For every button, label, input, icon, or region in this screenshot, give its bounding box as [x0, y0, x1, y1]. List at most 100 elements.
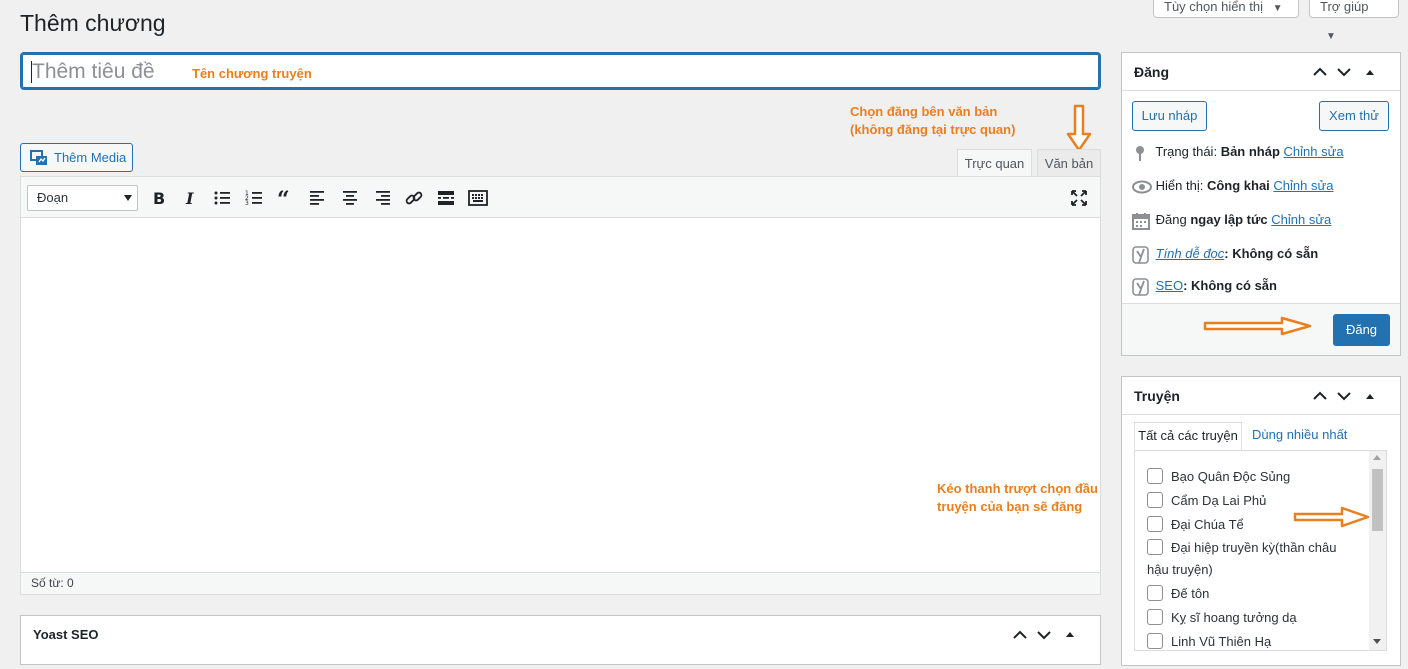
preview-button[interactable]: Xem thử — [1319, 101, 1389, 131]
editor: Đoạn B I 1 2 3 “ Số từ: 0 — [20, 176, 1101, 595]
tab-text[interactable]: Văn bản — [1037, 149, 1101, 177]
yoast-icon — [1132, 245, 1149, 264]
numbered-list-icon[interactable]: 1 2 3 — [244, 188, 264, 208]
schedule-label: Đăng — [1155, 212, 1187, 227]
svg-text:3: 3 — [245, 200, 249, 207]
move-up-icon — [1013, 630, 1027, 639]
stories-header[interactable]: Truyện — [1122, 377, 1400, 415]
svg-text:“: “ — [277, 188, 290, 208]
checkbox[interactable] — [1147, 585, 1163, 601]
word-count: Số từ: 0 — [21, 572, 1100, 594]
bullet-list-icon[interactable] — [212, 188, 232, 208]
status-label: Trạng thái: — [1155, 144, 1218, 159]
yoast-seo-header[interactable]: Yoast SEO — [21, 616, 1100, 654]
list-item[interactable]: Bạo Quân Độc Sủng — [1147, 466, 1290, 488]
publish-header[interactable]: Đăng — [1122, 53, 1400, 91]
add-media-button[interactable]: Thêm Media — [20, 143, 133, 172]
readability-link[interactable]: Tính dễ đọc — [1156, 246, 1225, 261]
edit-status-link[interactable]: Chỉnh sửa — [1284, 144, 1344, 159]
move-up-icon — [1313, 67, 1327, 76]
italic-icon[interactable]: I — [180, 188, 200, 208]
stories-title: Truyện — [1134, 388, 1180, 404]
bold-icon[interactable]: B — [148, 188, 168, 208]
status-row: Trạng thái: Bản nháp Chỉnh sửa — [1132, 142, 1344, 162]
list-item[interactable]: Linh Vũ Thiên Hạ — [1147, 631, 1272, 650]
checkbox[interactable] — [1147, 633, 1163, 649]
publish-button[interactable]: Đăng — [1333, 314, 1390, 346]
title-placeholder: Thêm tiêu đề — [32, 60, 155, 83]
tab-most-used[interactable]: Dùng nhiều nhất — [1252, 422, 1347, 450]
visibility-label: Hiển thị: — [1155, 178, 1204, 193]
checkbox[interactable] — [1147, 516, 1163, 532]
screen-options-button[interactable]: Tùy chọn hiển thị ▼ — [1153, 0, 1299, 18]
align-center-icon[interactable] — [340, 188, 360, 208]
tab-annotation-line2: (không đăng tại trực quan) — [850, 122, 1016, 137]
save-draft-button[interactable]: Lưu nháp — [1132, 101, 1207, 131]
visibility-row: Hiển thị: Công khai Chỉnh sửa — [1132, 176, 1333, 196]
panel-controls — [1010, 616, 1090, 669]
select-arrow-icon — [124, 195, 132, 201]
list-item[interactable]: Kỵ sĩ hoang tưởng dạ — [1147, 607, 1297, 629]
checkbox[interactable] — [1147, 609, 1163, 625]
panel-controls — [1310, 53, 1390, 105]
scroll-annotation-line1: Kéo thanh trượt chọn đầu — [937, 481, 1098, 496]
add-media-label: Thêm Media — [54, 150, 127, 165]
list-item[interactable]: Cẩm Dạ Lai Phủ — [1147, 490, 1266, 512]
list-item-label: Kỵ sĩ hoang tưởng dạ — [1171, 610, 1297, 625]
align-left-icon[interactable] — [308, 188, 328, 208]
read-more-icon[interactable] — [436, 188, 456, 208]
tab-visual[interactable]: Trực quan — [957, 149, 1032, 177]
format-select[interactable]: Đoạn — [27, 185, 138, 211]
tab-all-stories[interactable]: Tất cả các truyện — [1134, 422, 1242, 450]
edit-schedule-link[interactable]: Chỉnh sửa — [1271, 212, 1331, 227]
format-select-value: Đoạn — [37, 190, 69, 205]
seo-link[interactable]: SEO — [1156, 278, 1183, 293]
scroll-down-icon[interactable] — [1373, 639, 1381, 644]
list-item-label: Đế tôn — [1171, 586, 1210, 601]
panel-move-icons[interactable] — [1310, 377, 1390, 415]
toolbar-toggle-icon[interactable] — [468, 188, 488, 208]
checkbox[interactable] — [1147, 492, 1163, 508]
yoast-seo-panel: Yoast SEO — [20, 615, 1101, 665]
link-icon[interactable] — [404, 188, 424, 208]
yoast-icon — [1132, 277, 1149, 296]
title-input[interactable]: Thêm tiêu đề Tên chương truyện — [20, 52, 1101, 90]
eye-icon — [1132, 180, 1152, 194]
yoast-seo-title: Yoast SEO — [33, 627, 99, 642]
scrollbar[interactable] — [1369, 451, 1386, 650]
move-up-icon — [1313, 391, 1327, 400]
readability-row: Tính dễ đọc: Không có sẵn — [1132, 244, 1318, 264]
seo-row: SEO: Không có sẵn — [1132, 276, 1277, 296]
seo-value: : Không có sẵn — [1183, 278, 1277, 293]
schedule-row: Đăng ngay lập tức Chỉnh sửa — [1132, 210, 1331, 230]
publish-panel: Đăng Lưu nháp Xem thử Trạng thái: Bản nh… — [1121, 52, 1401, 356]
move-down-icon — [1337, 68, 1351, 77]
collapse-icon — [1066, 632, 1074, 637]
scrollbar-thumb[interactable] — [1372, 469, 1383, 531]
caret-down-icon: ▼ — [1272, 3, 1283, 14]
panel-move-icons[interactable] — [1310, 53, 1390, 91]
blockquote-icon[interactable]: “ — [276, 188, 296, 208]
list-item[interactable]: Đại Chúa Tể — [1147, 514, 1244, 536]
move-down-icon — [1337, 392, 1351, 401]
checkbox[interactable] — [1147, 468, 1163, 484]
right-arrow-annotation-icon — [1293, 506, 1370, 528]
list-item[interactable]: Đế tôn — [1147, 583, 1209, 605]
pin-icon — [1136, 145, 1144, 161]
help-button[interactable]: Trợ giúp ▼ — [1309, 0, 1399, 42]
align-right-icon[interactable] — [372, 188, 392, 208]
list-item-continued: hậu truyện) — [1147, 562, 1213, 577]
list-item-label: Cẩm Dạ Lai Phủ — [1171, 493, 1267, 508]
right-arrow-annotation-icon — [1203, 316, 1312, 336]
panel-move-icons[interactable] — [1010, 616, 1090, 654]
down-arrow-annotation-icon — [1066, 104, 1092, 152]
scroll-annotation-line2: truyện của bạn sẽ đăng — [937, 499, 1083, 514]
publish-title: Đăng — [1134, 64, 1169, 80]
list-item-label: Linh Vũ Thiên Hạ — [1171, 634, 1272, 649]
title-annotation: Tên chương truyện — [192, 66, 312, 81]
edit-visibility-link[interactable]: Chỉnh sửa — [1273, 178, 1333, 193]
list-item[interactable]: Đại hiệp truyền kỳ(thần châu — [1147, 537, 1336, 559]
scroll-up-icon[interactable] — [1373, 455, 1381, 460]
checkbox[interactable] — [1147, 539, 1163, 555]
fullscreen-icon[interactable] — [1069, 188, 1089, 208]
